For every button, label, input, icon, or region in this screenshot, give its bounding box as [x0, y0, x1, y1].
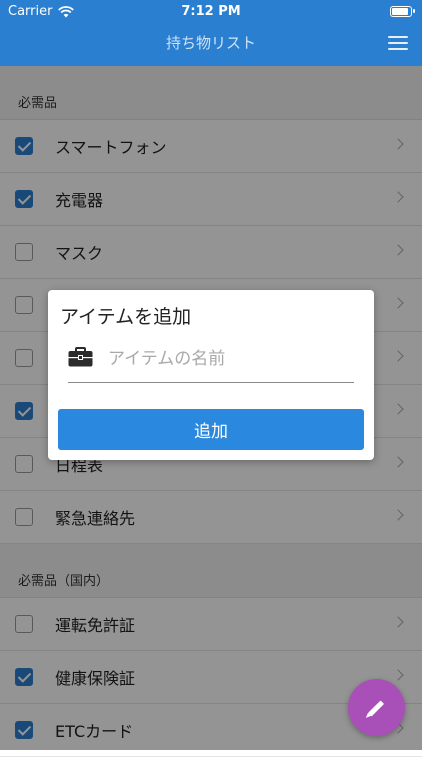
- page-title: 持ち物リスト: [165, 34, 256, 52]
- add-item-dialog: アイテムを追加 追加: [48, 290, 374, 460]
- hamburger-menu-icon[interactable]: [388, 36, 408, 52]
- status-bar: Carrier 7:12 PM: [0, 0, 422, 24]
- edit-fab-button[interactable]: [348, 679, 405, 736]
- briefcase-icon: [68, 347, 93, 367]
- item-name-input[interactable]: [108, 346, 353, 372]
- input-underline: [68, 382, 354, 383]
- add-button[interactable]: 追加: [58, 409, 364, 450]
- nav-bar: 持ち物リスト: [0, 24, 422, 66]
- battery-icon: [390, 6, 415, 17]
- dialog-title: アイテムを追加: [60, 306, 192, 328]
- pencil-icon: [367, 700, 385, 717]
- status-time: 7:12 PM: [181, 4, 241, 19]
